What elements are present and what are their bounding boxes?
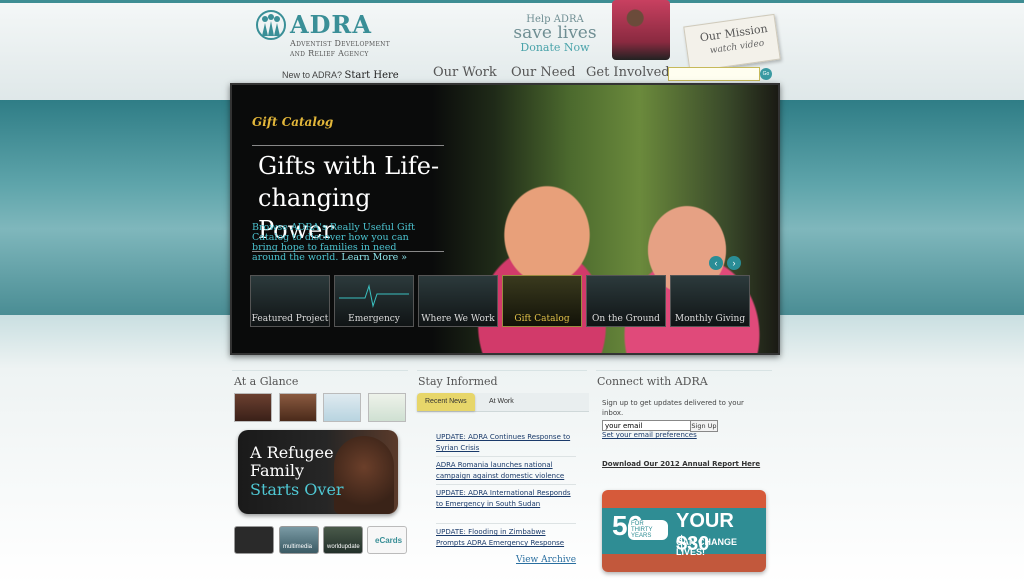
- at-a-glance-heading: At a Glance: [234, 375, 299, 388]
- promo-subline: CAN CHANGE LIVES!: [676, 537, 738, 557]
- hero-kicker: Gift Catalog: [252, 115, 334, 129]
- thumb-monthly-giving[interactable]: Monthly Giving: [670, 275, 750, 327]
- thumb-where-we-work[interactable]: Where We Work: [418, 275, 498, 327]
- logo-subtitle: Adventist Development and Relief Agency: [290, 39, 390, 59]
- chevron-right-icon[interactable]: ›: [727, 256, 741, 270]
- annual-report-link[interactable]: Download Our 2012 Annual Report Here: [602, 460, 760, 468]
- thumb-label: Monthly Giving: [674, 314, 746, 324]
- heartbeat-icon: [339, 284, 409, 308]
- glance-tile-ecards[interactable]: eCards: [367, 526, 407, 554]
- news-item[interactable]: UPDATE: ADRA Continues Response to Syria…: [436, 432, 576, 454]
- tab-recent-news[interactable]: Recent News: [417, 393, 475, 411]
- refugee-title: A Refugee Family: [250, 444, 334, 480]
- glance-tile-giving[interactable]: [234, 526, 274, 554]
- thumb-label: Emergency: [348, 314, 400, 324]
- view-archive-link[interactable]: View Archive: [516, 555, 576, 565]
- new-to-adra-prefix: New to ADRA?: [282, 70, 343, 80]
- refugee-title-line: A Refugee: [250, 443, 334, 462]
- glance-tile-worldupdate[interactable]: worldupdate: [323, 526, 363, 554]
- news-tabs: Recent News At Work: [417, 393, 589, 412]
- new-to-adra: New to ADRA? Start Here: [282, 70, 399, 81]
- hero-slider: Gift Catalog Gifts with Life-changing Po…: [230, 83, 780, 355]
- refugee-child-photo: [334, 436, 394, 514]
- learn-more-link[interactable]: Learn More »: [341, 252, 407, 263]
- section-divider: [596, 370, 772, 371]
- section-divider: [232, 370, 408, 371]
- connect-heading: Connect with ADRA: [597, 375, 708, 388]
- news-item[interactable]: UPDATE: ADRA International Responds to E…: [436, 488, 576, 510]
- tile-label: worldupdate: [327, 544, 360, 550]
- stay-informed-heading: Stay Informed: [418, 375, 498, 388]
- anniversary-badge: 50 FOR THIRTY YEARS: [606, 510, 668, 556]
- chevron-left-icon[interactable]: ‹: [709, 256, 723, 270]
- logo-subtitle-line: and Relief Agency: [290, 49, 369, 58]
- donate-line2: save lives: [513, 23, 597, 43]
- nav-our-work[interactable]: Our Work: [433, 65, 497, 80]
- thumb-emergency[interactable]: Emergency: [334, 275, 414, 327]
- thumb-label: Featured Project: [251, 314, 329, 324]
- section-divider: [417, 370, 587, 371]
- search-input[interactable]: [668, 67, 760, 81]
- refugee-subtitle: Starts Over: [250, 480, 344, 499]
- thumb-label: On the Ground: [592, 314, 660, 324]
- adra-logo[interactable]: ADRA Adventist Development and Relief Ag…: [254, 8, 394, 60]
- badge-text: FOR THIRTY YEARS: [628, 520, 668, 540]
- news-item[interactable]: ADRA Romania launches national campaign …: [436, 460, 576, 482]
- news-divider: [436, 484, 576, 485]
- glance-tile-multimedia[interactable]: multimedia: [279, 526, 319, 554]
- glance-thumb[interactable]: [279, 393, 317, 422]
- logo-wordmark: ADRA: [290, 10, 372, 39]
- news-divider: [436, 523, 576, 524]
- donate-promo[interactable]: Help ADRA save lives Donate Now: [500, 14, 610, 54]
- news-item[interactable]: UPDATE: Flooding in Zimbabwe Prompts ADR…: [436, 527, 576, 549]
- nav-get-involved[interactable]: Get Involved: [586, 65, 670, 80]
- your-30-promo[interactable]: 50 FOR THIRTY YEARS YOUR $30 CAN CHANGE …: [602, 490, 766, 572]
- thumb-on-the-ground[interactable]: On the Ground: [586, 275, 666, 327]
- refugee-family-feature[interactable]: A Refugee Family Starts Over: [238, 430, 398, 514]
- email-preferences-link[interactable]: Set your email preferences: [602, 431, 697, 439]
- signup-description: Sign up to get updates delivered to your…: [602, 399, 744, 417]
- nav-our-need[interactable]: Our Need: [511, 65, 575, 80]
- people-icon: [256, 10, 286, 40]
- glance-thumb[interactable]: [368, 393, 406, 422]
- glance-thumb[interactable]: [234, 393, 272, 422]
- news-divider: [436, 456, 576, 457]
- search-go-button[interactable]: Go: [760, 68, 772, 80]
- glance-thumb[interactable]: [323, 393, 361, 422]
- hero-description: Browse ADRA's Really Useful Gift Catalog…: [252, 223, 422, 263]
- start-here-link[interactable]: Start Here: [345, 70, 399, 81]
- thumb-featured-project[interactable]: Featured Project: [250, 275, 330, 327]
- tab-at-work[interactable]: At Work: [481, 393, 522, 411]
- tile-label: multimedia: [283, 544, 313, 550]
- tile-label: eCards: [375, 536, 403, 545]
- thumb-gift-catalog[interactable]: Gift Catalog: [502, 275, 582, 327]
- refugee-title-line: Family: [250, 461, 304, 480]
- thumb-label: Where We Work: [421, 314, 495, 324]
- email-field[interactable]: [602, 420, 692, 431]
- child-photo: [612, 0, 670, 60]
- thumb-label: Gift Catalog: [514, 314, 570, 324]
- logo-subtitle-line: Adventist Development: [290, 39, 390, 48]
